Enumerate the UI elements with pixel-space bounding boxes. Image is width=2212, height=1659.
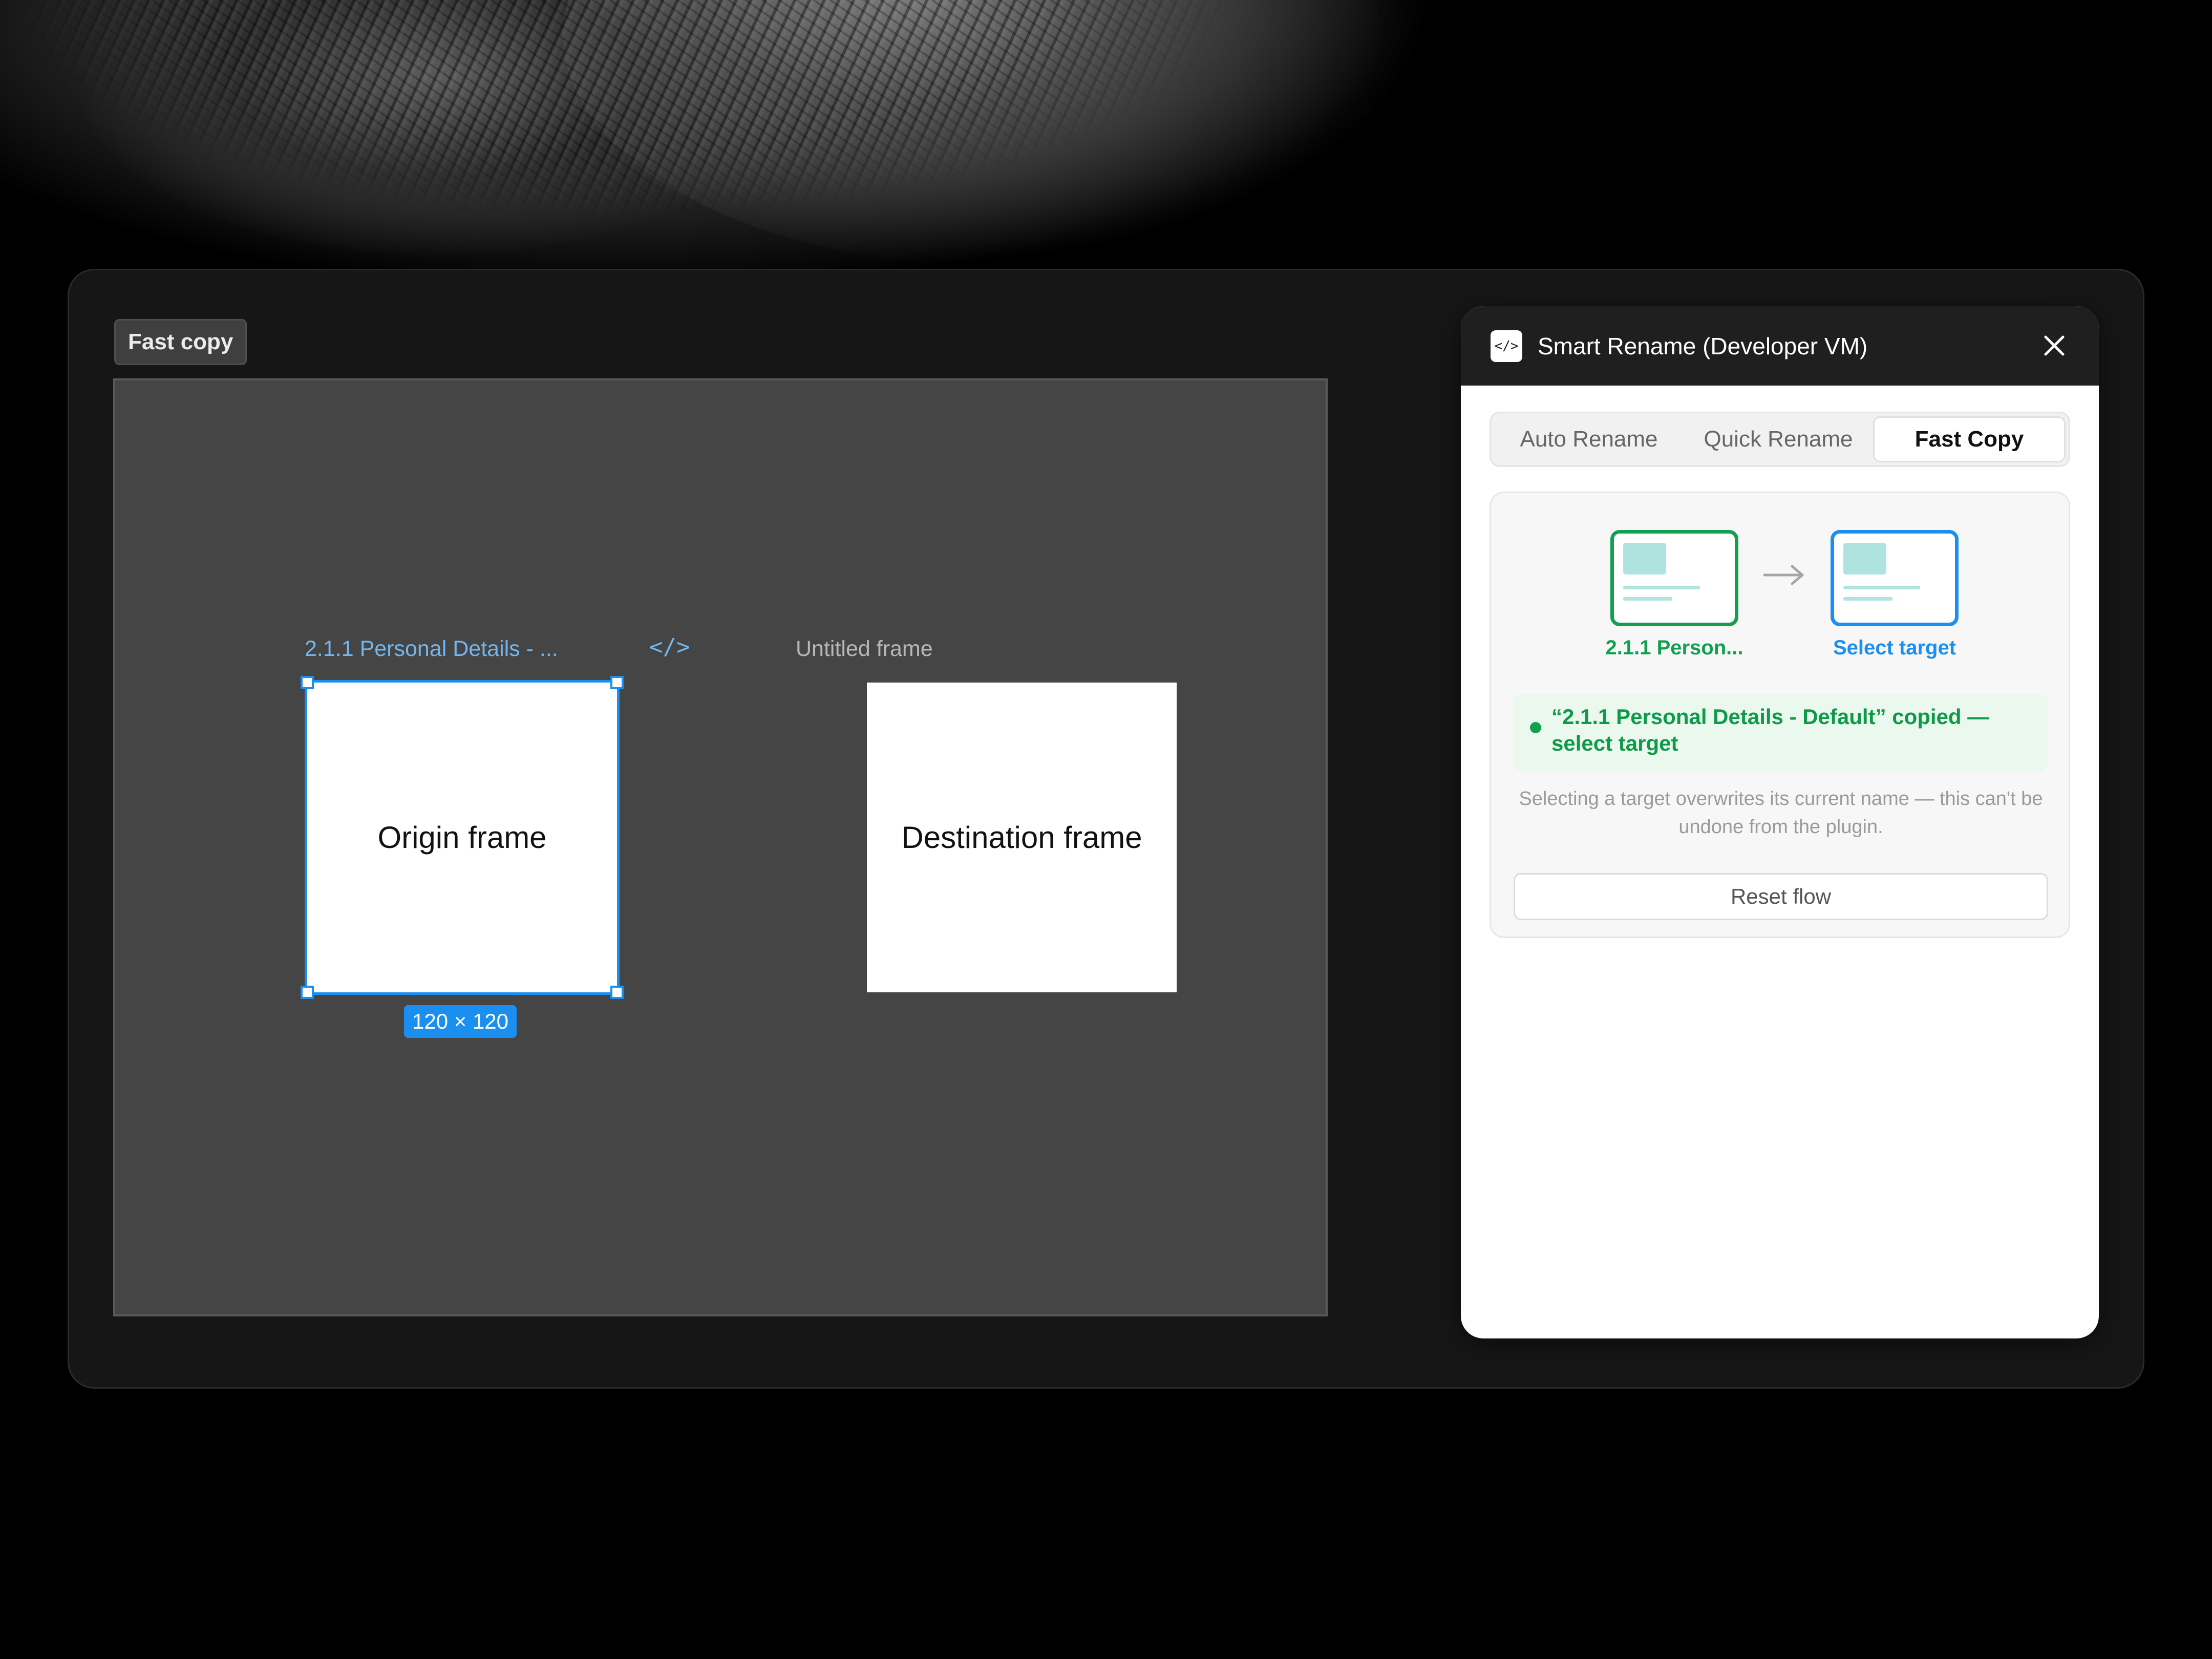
size-badge: 120 × 120 (404, 1005, 517, 1038)
resize-handle-bottom-right[interactable] (610, 986, 624, 999)
close-icon[interactable] (2036, 328, 2072, 364)
overwrite-hint: Selecting a target overwrites its curren… (1519, 788, 2043, 838)
app-window: Fast copy 2.1.1 Personal Details - ... <… (68, 269, 2144, 1389)
origin-frame-label[interactable]: 2.1.1 Personal Details - ... (305, 636, 558, 662)
status-dot-icon (1530, 722, 1541, 733)
resize-handle-top-right[interactable] (610, 676, 624, 689)
rock-background-image (0, 0, 2212, 287)
destination-frame[interactable]: Destination frame (867, 683, 1177, 992)
plugin-title: Smart Rename (Developer VM) (1538, 332, 1868, 359)
target-caption[interactable]: Select target (1813, 636, 1976, 660)
source-frame-thumbnail (1610, 530, 1738, 626)
canvas-tag: Fast copy (114, 319, 247, 365)
arrow-right-icon (1763, 565, 1804, 585)
code-icon[interactable]: </> (649, 634, 690, 660)
plugin-panel: </> Smart Rename (Developer VM) Auto Ren… (1461, 306, 2099, 1338)
destination-frame-label[interactable]: Untitled frame (796, 636, 933, 662)
mode-tabs: Auto Rename Quick Rename Fast Copy (1490, 412, 2070, 467)
plugin-header: </> Smart Rename (Developer VM) (1461, 306, 2099, 386)
design-canvas[interactable]: 2.1.1 Personal Details - ... </> Untitle… (113, 378, 1328, 1316)
fast-copy-card: 2.1.1 Person... Select target “2.1.1 Per… (1490, 492, 2070, 938)
source-caption: 2.1.1 Person... (1605, 636, 1743, 659)
origin-frame[interactable]: Origin frame (305, 680, 620, 995)
tab-auto-rename[interactable]: Auto Rename (1494, 416, 1684, 462)
origin-frame-text: Origin frame (377, 820, 547, 855)
target-frame-thumbnail[interactable] (1831, 530, 1959, 626)
resize-handle-bottom-left[interactable] (301, 986, 314, 999)
destination-frame-text: Destination frame (901, 820, 1142, 855)
tab-quick-rename[interactable]: Quick Rename (1684, 416, 1873, 462)
resize-handle-top-left[interactable] (301, 676, 314, 689)
status-text: “2.1.1 Personal Details - Default” copie… (1551, 705, 1989, 755)
plugin-logo-icon: </> (1491, 330, 1522, 362)
status-banner: “2.1.1 Personal Details - Default” copie… (1514, 694, 2048, 771)
reset-flow-button[interactable]: Reset flow (1514, 873, 2048, 920)
tab-fast-copy[interactable]: Fast Copy (1873, 416, 2066, 462)
